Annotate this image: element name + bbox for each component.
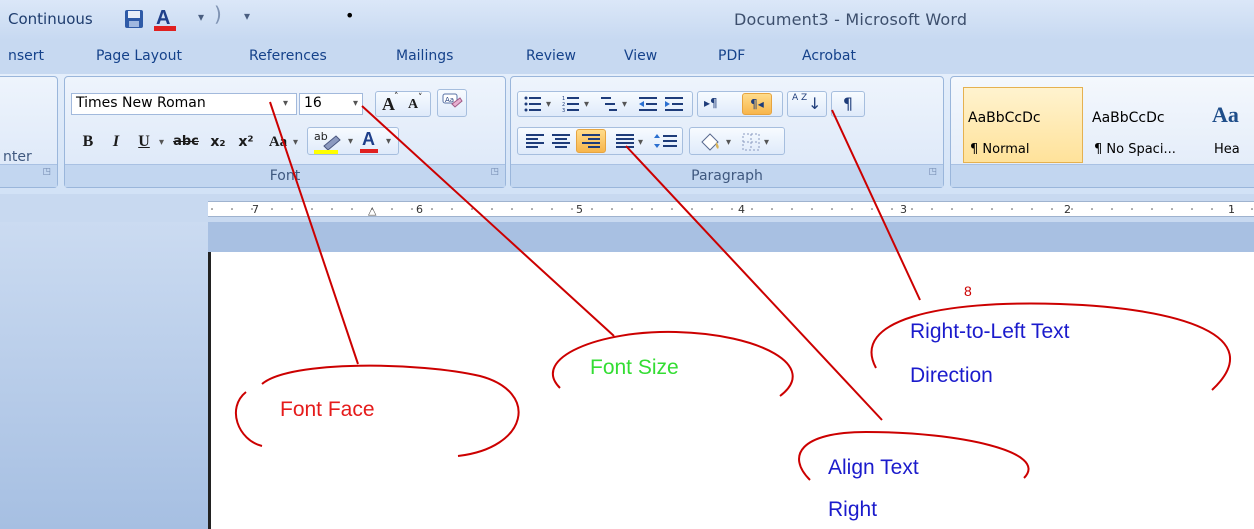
annotation-rtl-line1: Right-to-Left Text [910, 320, 1070, 343]
annotation-font-size: Font Size [590, 356, 679, 379]
arrow-font-face [269, 101, 359, 365]
annotation-font-face: Font Face [280, 398, 375, 421]
annotation-rtl-line2: Direction [910, 364, 993, 387]
annotation-align-line1: Align Text [828, 456, 919, 479]
annotation-align-line2: Right [828, 498, 878, 521]
rtl-callout-marker: 8 [964, 283, 972, 299]
annotation-overlay: 8 [235, 101, 1232, 481]
arrow-font-size [361, 105, 615, 337]
arrow-right-to-left [831, 109, 921, 301]
ellipse-font-face-left [235, 391, 263, 447]
